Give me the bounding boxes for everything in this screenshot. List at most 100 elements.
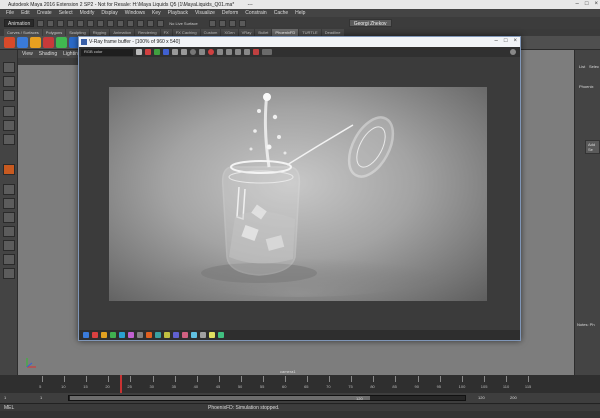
vfb-correction-icon[interactable] [146, 332, 152, 338]
shelf-tool-icon[interactable] [4, 37, 15, 48]
select-component-icon[interactable] [107, 19, 115, 27]
outliner-layout-icon[interactable] [3, 226, 15, 237]
shelf-tool-icon[interactable] [17, 37, 28, 48]
shelf-tab[interactable]: Polygons [42, 29, 66, 36]
stop-render-icon[interactable] [253, 49, 259, 55]
menu-cache[interactable]: Cache [274, 10, 288, 17]
shelf-tab[interactable]: Sculpting [66, 29, 89, 36]
vfb-correction-icon[interactable] [137, 332, 143, 338]
menu-windows[interactable]: Windows [125, 10, 145, 17]
lasso-tool-icon[interactable] [3, 76, 15, 87]
menu-key[interactable]: Key [152, 10, 161, 17]
shelf-tab[interactable]: Curves / Surfaces [4, 29, 42, 36]
vfb-settings-icon[interactable] [510, 49, 516, 55]
menu-edit[interactable]: Edit [21, 10, 30, 17]
open-scene-icon[interactable] [47, 19, 55, 27]
vfb-correction-icon[interactable] [164, 332, 170, 338]
vfb-correction-icon[interactable] [182, 332, 188, 338]
track-mouse-icon[interactable] [226, 49, 232, 55]
rotate-tool-icon[interactable] [3, 120, 15, 131]
single-pane-layout-icon[interactable] [3, 184, 15, 195]
undo-icon[interactable] [67, 19, 75, 27]
viewport-menu-shading[interactable]: Shading [39, 51, 57, 58]
hypershade-layout-icon[interactable] [3, 254, 15, 265]
save-scene-icon[interactable] [57, 19, 65, 27]
add-selected-button[interactable]: Add Se [585, 140, 600, 154]
shelf-tab[interactable]: PhoenixFD [272, 29, 299, 36]
attr-tab-list[interactable]: List [579, 64, 585, 69]
vfb-correction-icon[interactable] [101, 332, 107, 338]
save-image-icon[interactable] [190, 49, 196, 55]
current-time-indicator[interactable] [120, 375, 122, 393]
clear-image-icon[interactable] [208, 49, 214, 55]
shelf-tab[interactable]: Deadline [321, 29, 344, 36]
shelf-tool-icon[interactable] [56, 37, 67, 48]
shelf-tool-icon[interactable] [43, 37, 54, 48]
shelf-tab[interactable]: Rendering [135, 29, 160, 36]
link-icon[interactable] [244, 49, 250, 55]
shelf-tab[interactable]: TURTLE [299, 29, 321, 36]
menu-help[interactable]: Help [295, 10, 305, 17]
hypershade-icon[interactable] [238, 19, 246, 27]
vfb-correction-icon[interactable] [83, 332, 89, 338]
vfb-correction-icon[interactable] [128, 332, 134, 338]
range-start-field[interactable]: 1 [4, 395, 6, 400]
red-channel-icon[interactable] [145, 49, 151, 55]
range-end-max-field[interactable]: 200 [510, 395, 517, 400]
vray-frame-buffer-window[interactable]: V-Ray frame buffer - [100% of 960 x 540]… [78, 36, 521, 341]
mono-icon[interactable] [181, 49, 187, 55]
menu-set-dropdown[interactable]: Animation [4, 19, 35, 27]
green-channel-icon[interactable] [154, 49, 160, 55]
maximize-button[interactable]: □ [585, 1, 589, 7]
four-pane-layout-icon[interactable] [3, 198, 15, 209]
snap-grid-icon[interactable] [117, 19, 125, 27]
menu-constrain[interactable]: Constrain [245, 10, 266, 17]
scale-tool-icon[interactable] [3, 134, 15, 145]
shelf-tab[interactable]: Custom [200, 29, 221, 36]
redo-icon[interactable] [77, 19, 85, 27]
menu-visualize[interactable]: Visualize [195, 10, 215, 17]
range-slider-handle[interactable] [70, 396, 370, 400]
shelf-tab[interactable]: FX Caching [172, 29, 200, 36]
vfb-close-button[interactable]: × [513, 38, 517, 44]
region-render-icon[interactable] [235, 49, 241, 55]
vfb-correction-icon[interactable] [173, 332, 179, 338]
vfb-maximize-button[interactable]: □ [504, 38, 508, 44]
shelf-tool-icon[interactable] [30, 37, 41, 48]
minimize-button[interactable]: – [576, 1, 579, 7]
time-slider[interactable]: 5 10 15 20 25 30 35 40 45 50 55 60 65 70 75 80 85 90 95 100… [0, 375, 600, 393]
paint-select-icon[interactable] [3, 90, 15, 101]
vfb-correction-icon[interactable] [155, 332, 161, 338]
range-end-field[interactable]: 120 [478, 395, 485, 400]
new-scene-icon[interactable] [37, 19, 45, 27]
flame-icon[interactable] [3, 164, 15, 175]
user-account-button[interactable]: Georgi Zhekov [348, 19, 392, 27]
shelf-tab[interactable]: Animation [110, 29, 135, 36]
move-tool-icon[interactable] [3, 106, 15, 117]
duplicate-icon[interactable] [217, 49, 223, 55]
menu-deform[interactable]: Deform [222, 10, 238, 17]
ipr-icon[interactable] [218, 19, 226, 27]
vfb-correction-icon[interactable] [209, 332, 215, 338]
vfb-minimize-button[interactable]: – [495, 38, 498, 44]
custom-layout-icon[interactable] [3, 268, 15, 279]
snap-curve-icon[interactable] [127, 19, 135, 27]
menu-file[interactable]: File [6, 10, 14, 17]
attr-tab-selected[interactable]: Selec [589, 64, 599, 69]
snap-point-icon[interactable] [137, 19, 145, 27]
shelf-tab[interactable]: Bullet [255, 29, 272, 36]
viewport-menu-view[interactable]: View [22, 51, 33, 58]
shelf-tab[interactable]: Rigging [89, 29, 110, 36]
load-image-icon[interactable] [199, 49, 205, 55]
alpha-channel-icon[interactable] [172, 49, 178, 55]
select-tool-icon[interactable] [3, 62, 15, 73]
vfb-correction-icon[interactable] [92, 332, 98, 338]
side-by-side-layout-icon[interactable] [3, 212, 15, 223]
render-settings-icon[interactable] [228, 19, 236, 27]
shelf-tab[interactable]: XGen [221, 29, 238, 36]
vfb-correction-icon[interactable] [110, 332, 116, 338]
render-button[interactable] [262, 49, 272, 55]
channel-dropdown[interactable]: RGB color [81, 48, 133, 56]
menu-create[interactable]: Create [37, 10, 52, 17]
menu-playback[interactable]: Playback [168, 10, 188, 17]
